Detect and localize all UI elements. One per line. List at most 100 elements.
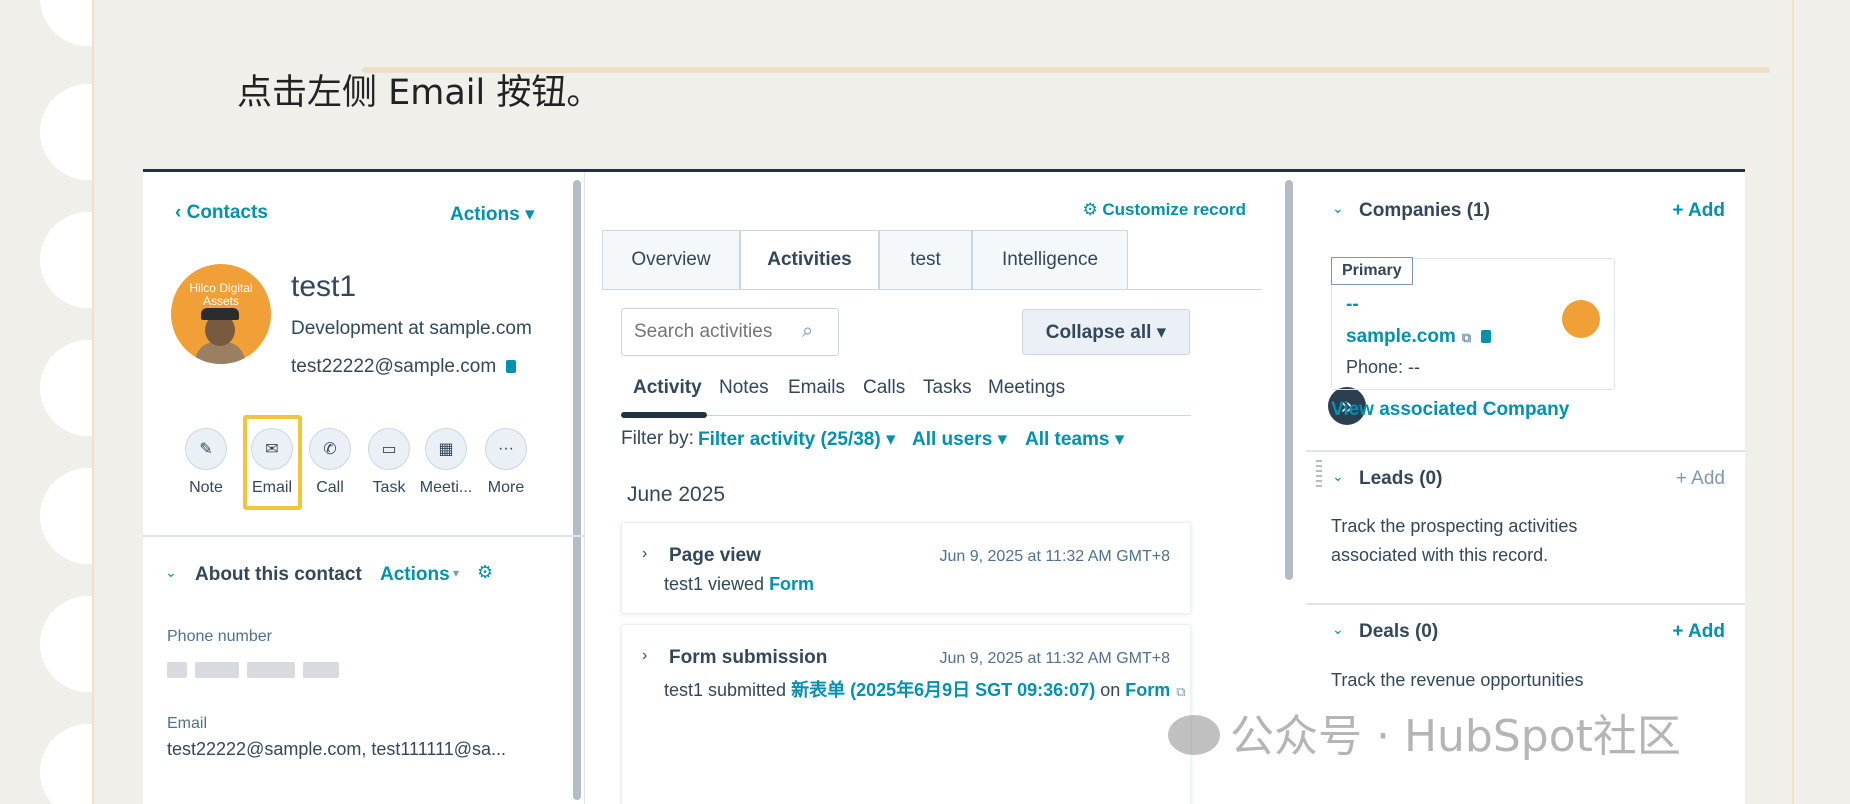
add-company-button[interactable]: + Add xyxy=(1672,200,1725,222)
task-action-button[interactable]: ▭ Task xyxy=(357,428,421,497)
gear-icon[interactable]: ⚙ xyxy=(477,562,493,583)
external-link-icon[interactable]: ⧉ xyxy=(1176,684,1185,699)
activity-title: Page view xyxy=(669,545,761,566)
call-action-label: Call xyxy=(316,479,344,496)
watermark-text: 公众号 · HubSpot社区 xyxy=(1230,711,1681,762)
chevron-down-icon[interactable]: ⌄ xyxy=(1332,468,1344,485)
view-associated-company-link[interactable]: View associated Company xyxy=(1331,399,1569,421)
activity-text: test1 viewed xyxy=(664,574,770,594)
instruction-text: 点击左侧 Email 按钮。 xyxy=(237,73,602,113)
companies-section-title[interactable]: Companies (1) xyxy=(1359,200,1490,222)
add-deal-button[interactable]: + Add xyxy=(1672,621,1725,643)
avatar-figure-hat xyxy=(201,308,239,320)
chevron-down-icon[interactable]: ⌄ xyxy=(1332,621,1344,638)
activity-link[interactable]: 新表单 (2025年6月9日 SGT 09:36:07) xyxy=(791,680,1095,700)
drag-handle-icon[interactable] xyxy=(1316,460,1322,488)
middle-scrollbar[interactable] xyxy=(1285,180,1293,580)
chevron-down-icon[interactable]: ⌄ xyxy=(1332,200,1344,217)
redacted-phone xyxy=(195,662,239,678)
tab-activities[interactable]: Activities xyxy=(740,230,879,290)
redacted-phone xyxy=(247,662,295,678)
add-lead-button[interactable]: + Add xyxy=(1676,468,1725,490)
subtab-activity[interactable]: Activity xyxy=(633,377,702,399)
more-action-button[interactable]: ··· More xyxy=(474,428,538,497)
activity-text: on xyxy=(1095,680,1126,700)
activity-title: Form submission xyxy=(669,647,828,668)
left-scrollbar[interactable] xyxy=(573,180,581,800)
leads-description: associated with this record. xyxy=(1331,545,1549,565)
filter-label: Filter by: xyxy=(621,428,694,449)
search-icon: ⌕ xyxy=(802,320,814,342)
tab-test[interactable]: test xyxy=(879,230,972,290)
email-highlight-box xyxy=(243,415,302,510)
chevron-down-icon[interactable]: ⌄ xyxy=(165,564,177,581)
activity-link[interactable]: Form xyxy=(1125,680,1170,700)
edit-icon: ✎ xyxy=(185,428,227,470)
tab-intelligence[interactable]: Intelligence xyxy=(972,230,1128,290)
company-domain-text[interactable]: sample.com xyxy=(1346,326,1456,347)
meeting-action-label: Meeti... xyxy=(419,479,473,496)
task-icon: ▭ xyxy=(368,428,410,470)
wechat-icon xyxy=(1168,715,1220,755)
copy-icon[interactable] xyxy=(1481,330,1492,343)
collapse-all-button[interactable]: Collapse all ▾ xyxy=(1022,309,1190,355)
subtab-calls[interactable]: Calls xyxy=(863,377,905,399)
subtab-meetings[interactable]: Meetings xyxy=(988,377,1065,399)
contact-email: test22222@sample.com xyxy=(291,356,517,378)
primary-badge: Primary xyxy=(1331,257,1413,285)
avatar: Hilco Digital Assets xyxy=(171,264,271,364)
section-divider xyxy=(143,535,585,537)
external-link-icon[interactable]: ⧉ xyxy=(1462,330,1471,345)
activity-card[interactable]: › Form submission Jun 9, 2025 at 11:32 A… xyxy=(621,624,1191,804)
activity-time: Jun 9, 2025 at 11:32 AM GMT+8 xyxy=(939,548,1170,565)
avatar-logo-text: Hilco Digital Assets xyxy=(189,281,253,308)
contact-name: test1 xyxy=(291,270,357,303)
section-divider xyxy=(1306,450,1745,452)
more-icon: ··· xyxy=(485,428,527,470)
about-actions-dropdown[interactable]: Actions xyxy=(380,564,450,586)
watermark: 公众号 · HubSpot社区 xyxy=(1168,700,1681,764)
contact-job: Development at sample.com xyxy=(291,318,532,339)
redacted-phone xyxy=(167,662,187,678)
caret-down-icon[interactable]: ▾ xyxy=(453,566,459,580)
chevron-right-icon[interactable]: › xyxy=(642,647,647,665)
filter-users-dropdown[interactable]: All users ▾ xyxy=(912,428,1007,451)
subtab-notes[interactable]: Notes xyxy=(719,377,769,399)
company-domain[interactable]: sample.com ⧉ xyxy=(1346,326,1492,348)
copy-icon[interactable] xyxy=(506,360,517,373)
activity-body: test1 submitted 新表单 (2025年6月9日 SGT 09:36… xyxy=(664,676,1186,702)
tab-overview[interactable]: Overview xyxy=(602,230,740,290)
redacted-phone xyxy=(303,662,339,678)
meeting-action-button[interactable]: ▦ Meeti... xyxy=(414,428,478,497)
month-heading: June 2025 xyxy=(627,483,726,506)
chevron-right-icon[interactable]: › xyxy=(642,545,647,563)
tab-divider xyxy=(602,289,1262,290)
activity-card[interactable]: › Page view Jun 9, 2025 at 11:32 AM GMT+… xyxy=(621,522,1191,614)
phone-icon: ✆ xyxy=(309,428,351,470)
call-action-button[interactable]: ✆ Call xyxy=(298,428,362,497)
company-name[interactable]: -- xyxy=(1346,294,1359,316)
filter-activity-dropdown[interactable]: Filter activity (25/38) ▾ xyxy=(698,428,896,451)
actions-dropdown[interactable]: Actions ▾ xyxy=(450,203,535,226)
more-action-label: More xyxy=(487,479,525,496)
about-section-title[interactable]: About this contact xyxy=(195,564,362,586)
contact-left-panel: ‹ Contacts Actions ▾ Hilco Digital Asset… xyxy=(143,172,585,804)
company-phone: Phone: -- xyxy=(1346,357,1421,377)
subtab-emails[interactable]: Emails xyxy=(788,377,845,399)
phone-label: Phone number xyxy=(167,628,272,645)
leads-section-title[interactable]: Leads (0) xyxy=(1359,468,1442,490)
activity-link[interactable]: Form xyxy=(769,574,814,594)
note-action-label: Note xyxy=(189,479,223,496)
subtab-tasks[interactable]: Tasks xyxy=(923,377,972,399)
section-divider xyxy=(1306,603,1745,605)
customize-record-link[interactable]: ⚙ Customize record xyxy=(1082,200,1246,220)
deals-section-title[interactable]: Deals (0) xyxy=(1359,621,1438,643)
activity-text: test1 submitted xyxy=(664,680,792,700)
filter-teams-dropdown[interactable]: All teams ▾ xyxy=(1025,428,1124,451)
subtab-active-indicator xyxy=(621,412,707,418)
deals-description: Track the revenue opportunities xyxy=(1331,670,1584,690)
note-action-button[interactable]: ✎ Note xyxy=(174,428,238,497)
breadcrumb-back-link[interactable]: ‹ Contacts xyxy=(175,202,268,224)
record-tabs: Overview Activities test Intelligence xyxy=(602,230,1128,290)
email-value[interactable]: test22222@sample.com, test111111@sa... xyxy=(167,739,506,760)
